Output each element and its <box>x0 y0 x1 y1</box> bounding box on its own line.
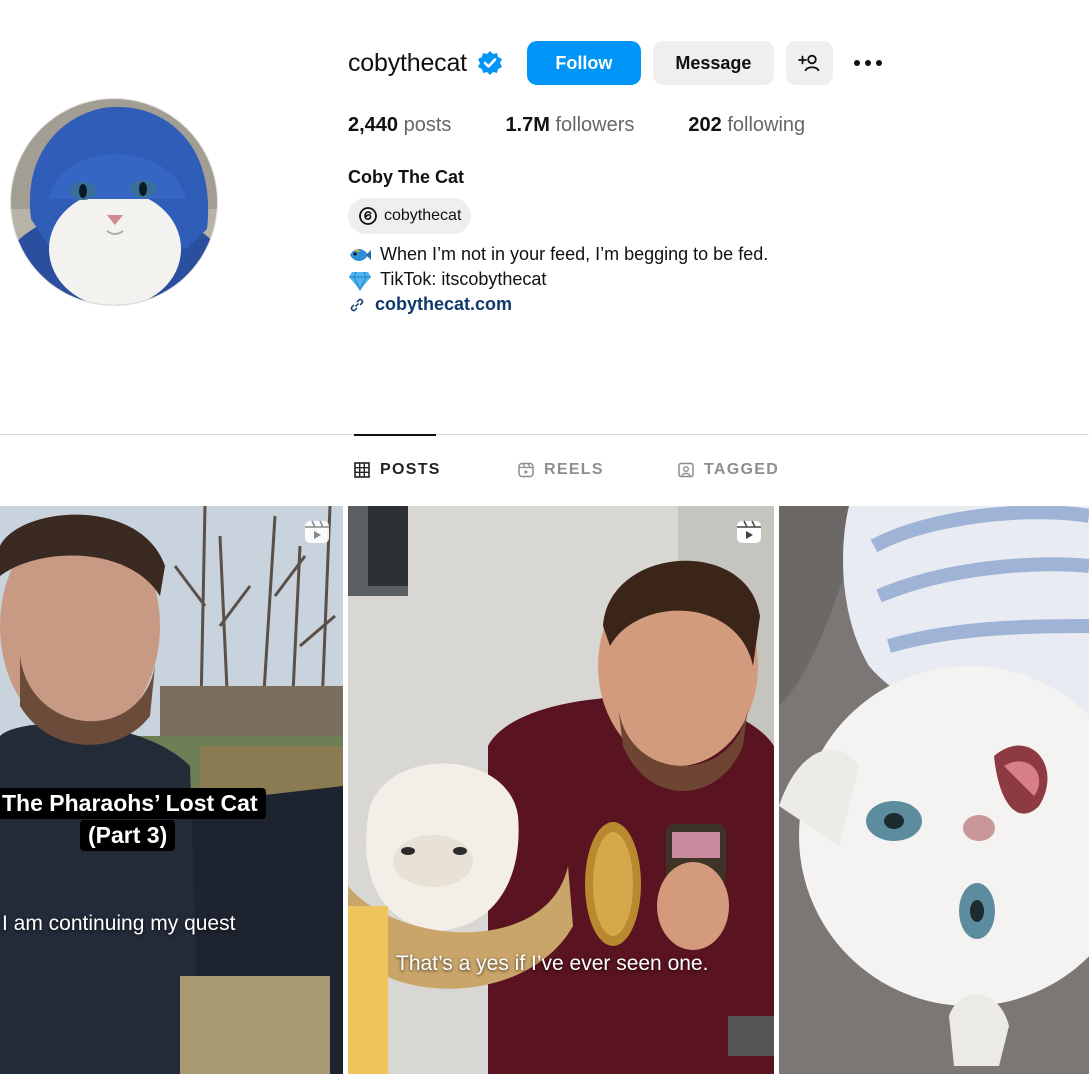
add-person-icon <box>798 54 820 72</box>
more-options-button[interactable] <box>851 41 885 85</box>
bio-line-gem: TikTok: itscobythecat <box>348 267 1048 292</box>
following-count: 202 <box>688 114 722 136</box>
stat-posts: 2,440 posts <box>348 114 451 137</box>
profile-header: cobythecat Follow Message 2,440 posts 1.… <box>348 40 1048 317</box>
threads-icon <box>359 207 377 225</box>
stat-followers[interactable]: 1.7M followers <box>505 114 634 137</box>
stat-following[interactable]: 202 following <box>688 114 805 137</box>
verified-badge-icon <box>477 50 503 76</box>
tab-tagged-label: TAGGED <box>704 461 780 478</box>
more-dots-icon <box>853 60 882 66</box>
bio: When I’m not in your feed, I’m begging t… <box>348 242 1048 317</box>
post-subtitle: I am continuing my quest <box>2 912 236 935</box>
tab-posts-label: POSTS <box>380 461 441 478</box>
tagged-icon <box>678 462 694 478</box>
profile-title-row: cobythecat Follow Message <box>348 40 1048 86</box>
follow-button[interactable]: Follow <box>526 41 641 85</box>
post-tile[interactable] <box>779 506 1089 1074</box>
post-title-line-2: (Part 3) <box>80 820 176 851</box>
link-chain-icon <box>350 298 364 311</box>
followers-label: followers <box>555 114 635 136</box>
following-label: following <box>727 114 806 136</box>
profile-avatar[interactable] <box>10 98 218 306</box>
post-subtitle: That’s a yes if I’ve ever seen one. <box>396 952 709 975</box>
post-title-line-1: The Pharaohs’ Lost Cat <box>0 788 266 819</box>
posts-count: 2,440 <box>348 114 399 136</box>
post-tile[interactable]: The Pharaohs’ Lost Cat (Part 3) I am con… <box>0 506 343 1074</box>
avatar-image <box>11 99 217 305</box>
message-button[interactable]: Message <box>652 41 774 85</box>
reels-icon <box>518 462 534 478</box>
followers-count: 1.7M <box>505 114 550 136</box>
bio-text-2: TikTok: itscobythecat <box>380 269 547 289</box>
threads-handle: cobythecat <box>384 207 462 224</box>
reel-icon <box>737 520 761 543</box>
post-2-image <box>348 506 774 1074</box>
full-name: Coby The Cat <box>348 167 465 187</box>
fish-emoji-icon <box>348 244 372 266</box>
posts-label: posts <box>403 114 452 136</box>
gem-emoji-icon <box>348 269 372 291</box>
post-tile[interactable]: That’s a yes if I’ve ever seen one. <box>348 506 774 1074</box>
username: cobythecat <box>348 48 467 77</box>
profile-tabs: POSTS REELS TAGGED <box>354 434 779 506</box>
threads-link-chip[interactable]: cobythecat <box>348 198 472 234</box>
profile-stats: 2,440 posts 1.7M followers 202 following <box>348 114 1048 137</box>
posts-grid: The Pharaohs’ Lost Cat (Part 3) I am con… <box>0 506 1089 1074</box>
website-url: cobythecat.com <box>375 294 513 314</box>
grid-icon <box>354 462 370 478</box>
suggested-users-button[interactable] <box>785 41 833 85</box>
bio-text-1: When I’m not in your feed, I’m begging t… <box>380 244 769 264</box>
reel-icon <box>305 520 329 543</box>
post-3-image <box>779 506 1089 1074</box>
tab-reels[interactable]: REELS <box>518 434 678 506</box>
tab-posts[interactable]: POSTS <box>354 434 518 506</box>
bio-line-fish: When I’m not in your feed, I’m begging t… <box>348 242 1048 267</box>
tab-tagged[interactable]: TAGGED <box>678 434 779 506</box>
tab-reels-label: REELS <box>544 461 604 478</box>
website-link[interactable]: cobythecat.com <box>348 292 1048 317</box>
